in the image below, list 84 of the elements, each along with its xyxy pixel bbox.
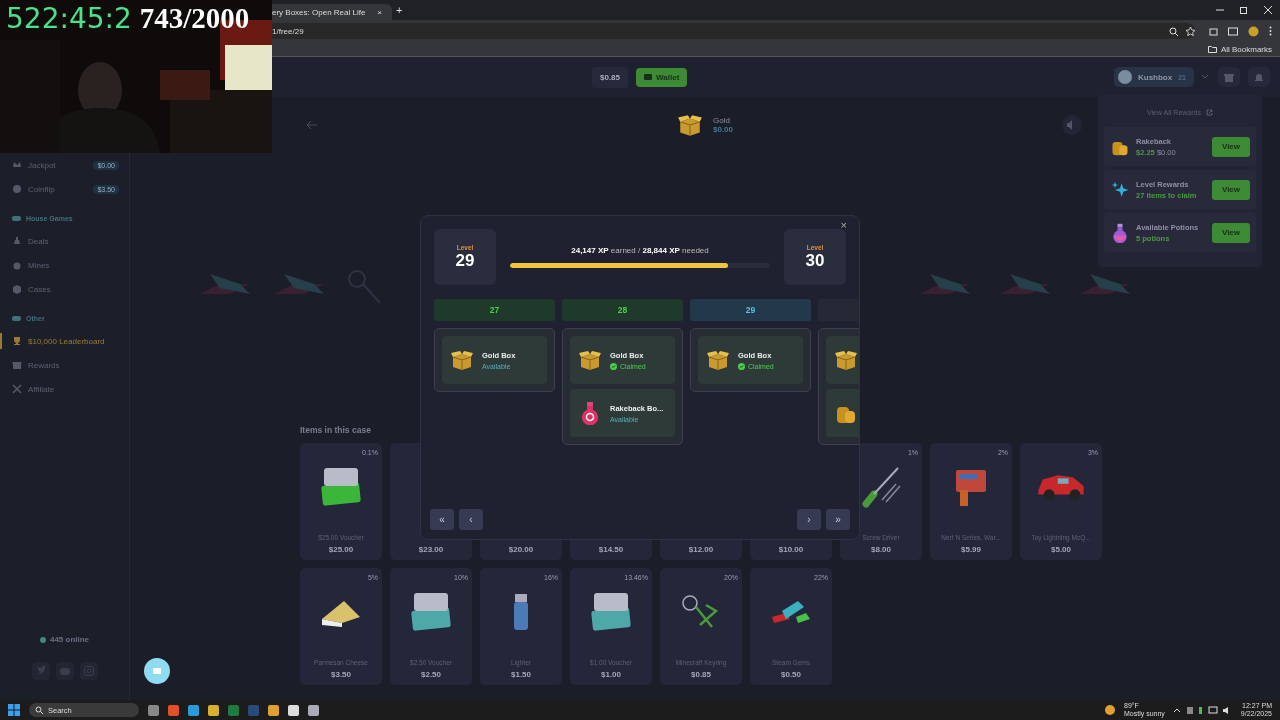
view-button[interactable]: View xyxy=(1212,222,1250,243)
level-header: 27 xyxy=(434,299,555,321)
chat-button[interactable] xyxy=(144,658,170,684)
wallet-button[interactable]: Wallet xyxy=(636,67,688,87)
check-icon xyxy=(738,362,745,370)
item-price: $3.50 xyxy=(331,670,351,679)
item-price: $8.00 xyxy=(871,545,891,554)
app-icon[interactable] xyxy=(288,704,299,716)
first-page-button[interactable]: « xyxy=(430,509,454,530)
stream-timer: 522:45:2 xyxy=(6,2,132,35)
gift-icon xyxy=(12,360,22,370)
sidebar-icon[interactable] xyxy=(1228,26,1238,36)
potion-icon xyxy=(1110,222,1130,243)
section-title: Items in this case xyxy=(300,425,371,435)
weather-icon[interactable] xyxy=(1104,704,1116,716)
xp-progress-text: 24,147 XP earned / 28,844 XP needed xyxy=(571,246,709,255)
bell-icon xyxy=(1254,72,1264,82)
gift-icon xyxy=(1224,72,1234,82)
item-price: $0.85 xyxy=(691,670,711,679)
box-icon xyxy=(706,348,730,372)
menu-icon[interactable] xyxy=(1269,26,1272,36)
item-price: $12.00 xyxy=(688,545,714,554)
bookmarks-link[interactable]: All Bookmarks xyxy=(1220,44,1272,54)
stream-counter: 743/2000 xyxy=(139,2,250,35)
item-price: $14.50 xyxy=(598,545,624,554)
online-count: 445 online xyxy=(0,635,129,644)
chat-icon xyxy=(152,666,162,676)
item-price: $2.50 xyxy=(421,670,441,679)
item-price: $5.99 xyxy=(961,545,981,554)
toy-car-icon xyxy=(1036,472,1086,501)
last-page-button[interactable]: » xyxy=(826,509,850,530)
item-price: $10.00 xyxy=(778,545,804,554)
star-icon[interactable] xyxy=(1186,26,1195,36)
new-tab-button[interactable]: + xyxy=(392,4,407,16)
level-number: 29 xyxy=(455,250,475,271)
task-view-icon[interactable] xyxy=(148,704,159,716)
trophy-icon xyxy=(12,336,22,346)
item-price: $25.00 xyxy=(328,545,354,554)
box-icon xyxy=(450,348,474,372)
search-icon xyxy=(35,706,43,714)
case-box-icon xyxy=(677,112,703,138)
lighter-icon xyxy=(513,591,529,632)
item-price: $1.50 xyxy=(511,670,531,679)
level-number: 30 xyxy=(805,250,825,271)
app-icon[interactable] xyxy=(268,704,279,716)
balance-display: $0.85 xyxy=(592,66,629,88)
view-button[interactable]: View xyxy=(1212,179,1250,200)
next-button[interactable]: › xyxy=(797,509,821,530)
folder-icon xyxy=(1207,45,1217,53)
wallet-icon xyxy=(644,73,653,81)
case-price: $0.00 xyxy=(713,125,734,134)
sidebar-item[interactable]: $10,000 Leaderboard xyxy=(0,329,129,353)
crown-icon xyxy=(12,160,22,170)
level-header: 28 xyxy=(562,299,683,321)
case-name: Gold xyxy=(713,116,731,125)
zoom-icon[interactable] xyxy=(1169,26,1178,36)
box-icon xyxy=(834,348,858,372)
status-dot xyxy=(39,636,46,643)
restore-icon[interactable] xyxy=(1240,6,1248,14)
box-icon xyxy=(578,348,602,372)
coin-icon xyxy=(12,184,22,194)
external-link-icon[interactable] xyxy=(1205,108,1213,116)
profile-icon[interactable] xyxy=(1248,25,1259,37)
tab-title: ery Boxes: Open Real Life xyxy=(272,7,367,17)
minimize-icon[interactable] xyxy=(1216,6,1224,14)
item-price: $23.00 xyxy=(418,545,444,554)
app-icon[interactable] xyxy=(308,704,319,716)
close-button[interactable]: × xyxy=(834,218,853,232)
cross-icon xyxy=(12,384,22,394)
item-price: $20.00 xyxy=(508,545,534,554)
check-icon xyxy=(610,362,617,370)
item-price: $0.50 xyxy=(781,670,801,679)
tab-close-button[interactable]: × xyxy=(373,7,386,17)
joystick-icon xyxy=(12,236,22,246)
item-price: $1.00 xyxy=(601,670,621,679)
level-header: 29 xyxy=(690,299,811,321)
keyring-icon xyxy=(348,270,382,304)
close-icon[interactable] xyxy=(1264,6,1272,14)
avatar-icon xyxy=(1117,70,1132,84)
item-price: $5.00 xyxy=(1051,545,1071,554)
cube-icon xyxy=(12,284,22,294)
previous-button[interactable]: ‹ xyxy=(459,509,483,530)
windows-icon[interactable] xyxy=(8,704,20,716)
view-button[interactable]: View xyxy=(1212,136,1250,157)
